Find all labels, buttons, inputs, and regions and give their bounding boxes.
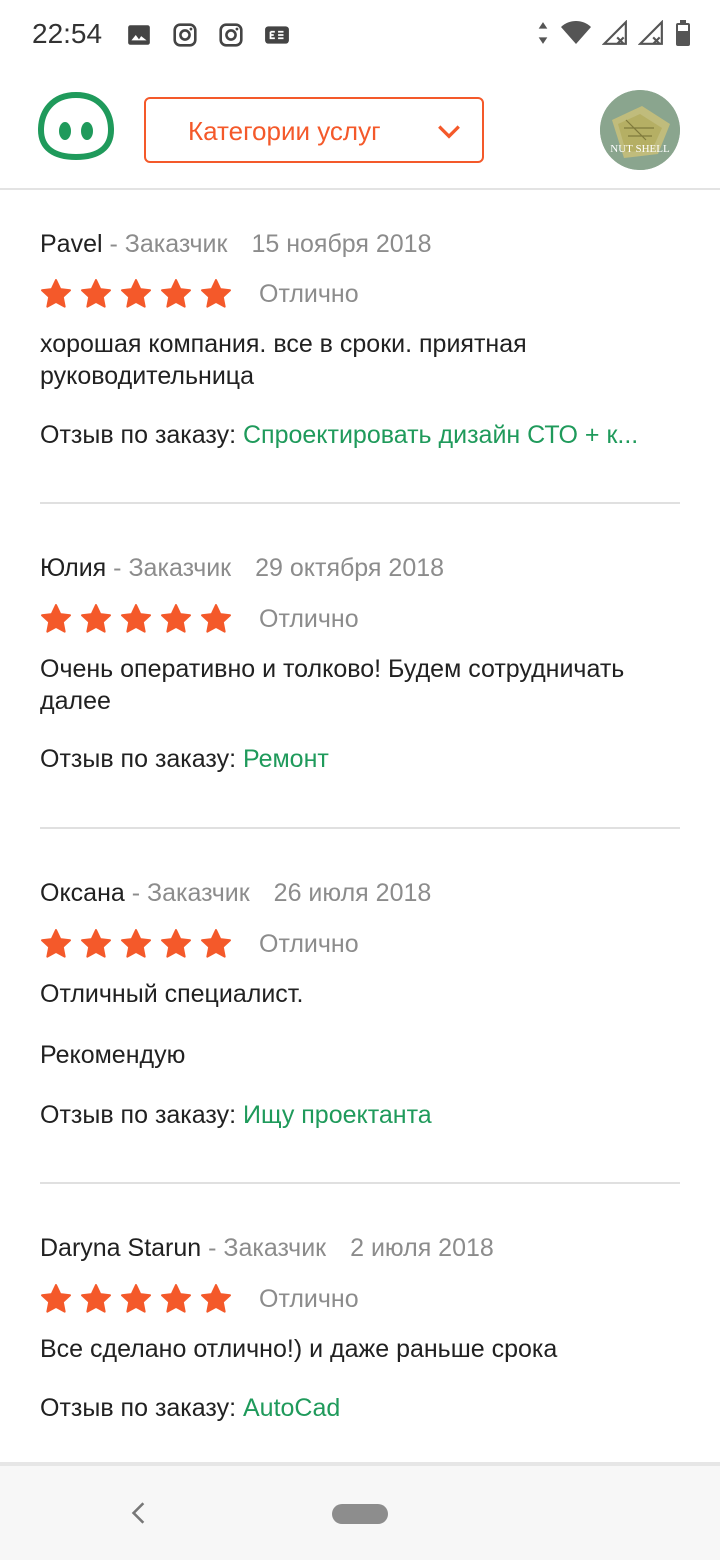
order-label: Отзыв по заказу: [40, 421, 243, 449]
star-icon [121, 604, 151, 633]
review-date: 29 октября 2018 [255, 554, 445, 582]
rating-label: Отлично [259, 605, 359, 633]
star-icon [41, 279, 71, 308]
rating-stars [40, 1283, 232, 1315]
avatar-image: NUT SHELL [600, 90, 680, 170]
category-select[interactable]: Категории услуг [144, 97, 484, 163]
star-icon [81, 604, 111, 633]
rating-label: Отлично [259, 280, 359, 308]
order-link[interactable]: Ремонт [243, 745, 329, 773]
instagram-icon [219, 23, 243, 47]
star-icon [201, 604, 231, 633]
review-author[interactable]: Оксана [40, 879, 125, 907]
review-item: Daryna Starun - Заказчик 2 июля 2018 Отли… [40, 1184, 680, 1454]
signal-icon [638, 20, 663, 45]
order-link[interactable]: Спроектировать дизайн СТО + к... [243, 421, 638, 449]
rating-label: Отлично [259, 1285, 359, 1313]
rating-stars [40, 928, 232, 960]
order-link[interactable]: AutoCad [243, 1394, 340, 1422]
review-text: Все сделано отлично!) и даже раньше срок… [40, 1335, 558, 1363]
star-icon [121, 929, 151, 958]
rating-stars [40, 278, 232, 310]
star-icon [81, 929, 111, 958]
review-author[interactable]: Pavel [40, 230, 103, 258]
review-role: - Заказчик [124, 879, 250, 907]
avatar-text: NUT SHELL [610, 143, 670, 155]
review-date: 2 июля 2018 [350, 1234, 494, 1262]
translate-icon [265, 26, 289, 44]
wifi-icon: 4 [561, 21, 591, 46]
star-icon [81, 1284, 111, 1313]
order-link[interactable]: Ищу проектанта [243, 1101, 432, 1129]
review-header: Оксана - Заказчик 26 июля 2018 [40, 879, 431, 908]
review-order-line: Отзыв по заказу: Ищу проектанта [40, 1101, 680, 1130]
app-logo-icon[interactable] [38, 92, 114, 160]
rating-stars [40, 603, 232, 635]
network-badge: 4 [582, 35, 588, 46]
star-icon [121, 1284, 151, 1313]
instagram-icon [173, 23, 197, 47]
system-icons: 4 [536, 20, 692, 46]
review-header: Daryna Starun - Заказчик 2 июля 2018 [40, 1234, 494, 1263]
order-label: Отзыв по заказу: [40, 1101, 243, 1129]
battery-icon [676, 20, 690, 46]
order-label: Отзыв по заказу: [40, 745, 243, 773]
rating-label: Отлично [259, 930, 359, 958]
chevron-down-icon [438, 125, 460, 139]
star-icon [201, 1284, 231, 1313]
back-icon[interactable] [126, 1500, 152, 1526]
order-label: Отзыв по заказу: [40, 1394, 243, 1422]
star-icon [121, 279, 151, 308]
image-icon [128, 25, 150, 45]
status-bar: 22:54 4 [0, 0, 720, 72]
system-navigation-bar [0, 1462, 720, 1560]
review-order-line: Отзыв по заказу: Ремонт [40, 745, 680, 774]
review-order-line: Отзыв по заказу: Спроектировать дизайн С… [40, 421, 680, 450]
review-author[interactable]: Daryna Starun [40, 1234, 201, 1262]
star-icon [41, 1284, 71, 1313]
review-role: - Заказчик [106, 554, 232, 582]
review-date: 26 июля 2018 [273, 879, 432, 907]
review-order-line: Отзыв по заказу: AutoCad [40, 1394, 680, 1423]
review-text-line-2: Рекомендую [40, 1041, 186, 1069]
review-role: - Заказчик [102, 230, 228, 258]
review-item: Юлия - Заказчик 29 октября 2018 Отлично О… [40, 504, 680, 829]
reviews-list: Pavel - Заказчик 15 ноября 2018 Отлично х… [0, 192, 720, 1454]
review-header: Юлия - Заказчик 29 октября 2018 [40, 554, 444, 583]
review-author[interactable]: Юлия [40, 554, 106, 582]
star-icon [161, 1284, 191, 1313]
status-time: 22:54 [32, 18, 103, 49]
review-date: 15 ноября 2018 [251, 230, 432, 258]
signal-icon [602, 20, 627, 45]
star-icon [41, 604, 71, 633]
review-text: Отличный специалист. [40, 980, 304, 1008]
app-header: Категории услуг NUT SHELL [0, 72, 720, 190]
star-icon [161, 604, 191, 633]
category-select-label: Категории услуг [188, 116, 381, 146]
review-item: Оксана - Заказчик 26 июля 2018 Отлично От… [40, 829, 680, 1184]
notification-icons [126, 22, 290, 48]
star-icon [201, 929, 231, 958]
star-icon [161, 279, 191, 308]
data-arrows-icon [538, 22, 548, 44]
star-icon [161, 929, 191, 958]
avatar[interactable]: NUT SHELL [600, 90, 680, 170]
review-item: Pavel - Заказчик 15 ноября 2018 Отлично х… [40, 192, 680, 504]
home-pill-icon[interactable] [332, 1504, 388, 1524]
review-header: Pavel - Заказчик 15 ноября 2018 [40, 230, 431, 259]
review-text: хорошая компания. все в сроки. приятная … [40, 330, 527, 390]
star-icon [81, 279, 111, 308]
star-icon [201, 279, 231, 308]
review-role: - Заказчик [201, 1234, 327, 1262]
review-text: Очень оперативно и толково! Будем сотруд… [40, 655, 625, 715]
star-icon [41, 929, 71, 958]
